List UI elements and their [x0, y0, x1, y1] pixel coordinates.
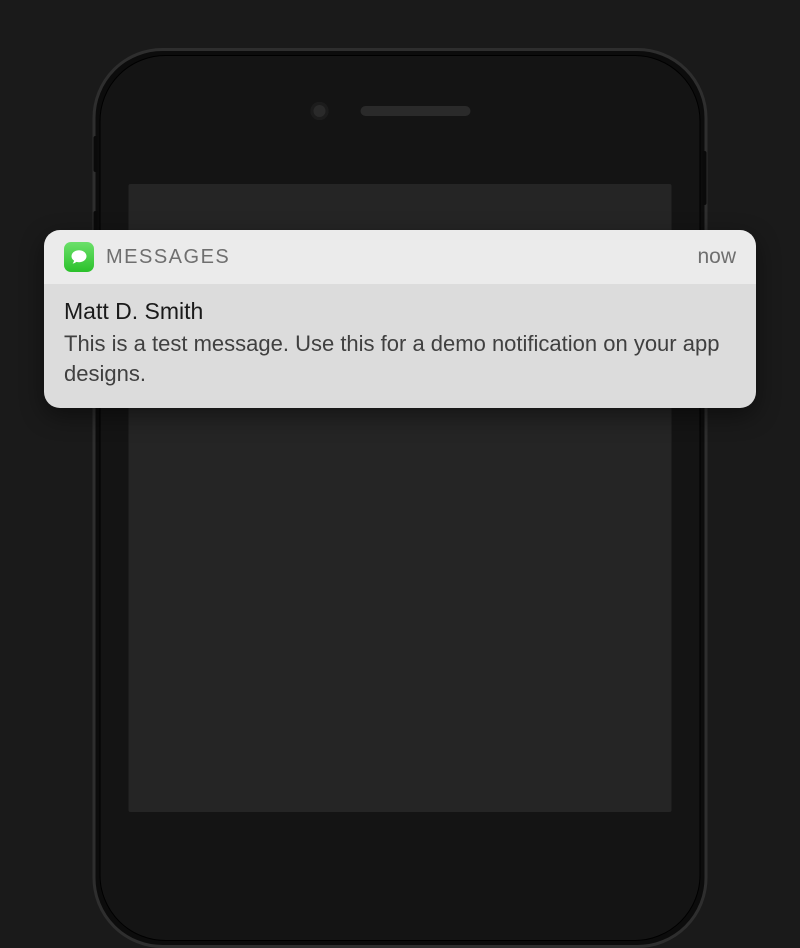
notification-timestamp: now — [697, 245, 736, 269]
phone-device-frame — [93, 48, 708, 948]
notification-app-name: MESSAGES — [106, 246, 685, 269]
notification-sender: Matt D. Smith — [64, 298, 736, 325]
earpiece-speaker — [360, 106, 470, 116]
notification-banner[interactable]: MESSAGES now Matt D. Smith This is a tes… — [44, 230, 756, 408]
notification-message: This is a test message. Use this for a d… — [64, 329, 736, 388]
phone-mute-switch — [94, 136, 98, 172]
notification-header: MESSAGES now — [44, 230, 756, 284]
notification-body: Matt D. Smith This is a test message. Us… — [44, 284, 756, 408]
phone-bezel — [100, 55, 701, 941]
messages-app-icon — [64, 242, 94, 272]
front-camera — [310, 102, 328, 120]
phone-power-button — [703, 151, 707, 205]
speech-bubble-icon — [70, 248, 88, 266]
